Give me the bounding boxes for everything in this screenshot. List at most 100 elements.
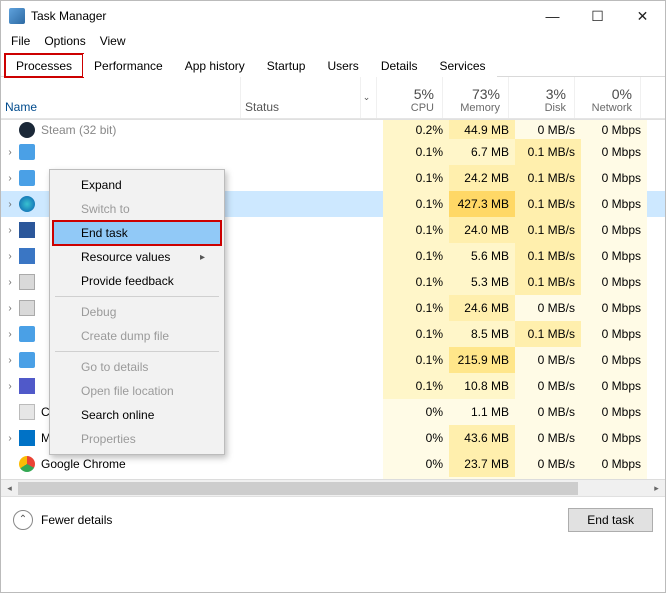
maximize-button[interactable]: ☐ bbox=[575, 1, 620, 31]
menu-file[interactable]: File bbox=[11, 34, 30, 48]
end-task-button[interactable]: End task bbox=[568, 508, 653, 532]
expand-icon[interactable]: › bbox=[1, 303, 19, 314]
ctx-expand[interactable]: Expand bbox=[53, 173, 221, 197]
ctx-resourcevalues[interactable]: Resource values bbox=[53, 245, 221, 269]
context-menu: Expand Switch to End task Resource value… bbox=[49, 169, 225, 455]
cpu-label: CPU bbox=[411, 102, 434, 114]
tab-apphistory[interactable]: App history bbox=[174, 54, 256, 77]
expand-icon[interactable]: › bbox=[1, 251, 19, 262]
cell-mem: 427.3 MB bbox=[449, 191, 515, 217]
window-title: Task Manager bbox=[31, 9, 106, 23]
cell-mem: 8.5 MB bbox=[449, 321, 515, 347]
process-icon bbox=[19, 456, 35, 472]
cell-mem: 44.9 MB bbox=[449, 120, 515, 139]
expand-icon[interactable]: › bbox=[1, 173, 19, 184]
cell-net: 0 Mbps bbox=[581, 321, 647, 347]
ctx-searchonline[interactable]: Search online bbox=[53, 403, 221, 427]
scroll-left-icon[interactable]: ◂ bbox=[1, 480, 18, 497]
cell-net: 0 Mbps bbox=[581, 139, 647, 165]
tab-details[interactable]: Details bbox=[370, 54, 429, 77]
ctx-properties: Properties bbox=[53, 427, 221, 451]
tab-users[interactable]: Users bbox=[316, 54, 369, 77]
window-buttons: — ☐ ✕ bbox=[530, 1, 665, 31]
tab-services[interactable]: Services bbox=[429, 54, 497, 77]
cell-cpu: 0.1% bbox=[383, 217, 449, 243]
expand-icon[interactable]: › bbox=[1, 433, 19, 444]
cell-cpu: 0% bbox=[383, 425, 449, 451]
cell-disk: 0.1 MB/s bbox=[515, 217, 581, 243]
cell-disk: 0.1 MB/s bbox=[515, 191, 581, 217]
process-icon bbox=[19, 352, 35, 368]
mem-percent: 73% bbox=[472, 86, 500, 102]
footer: ⌃ Fewer details End task bbox=[1, 496, 665, 542]
cell-net: 0 Mbps bbox=[581, 217, 647, 243]
col-memory[interactable]: 73% Memory bbox=[443, 77, 509, 118]
cell-net: 0 Mbps bbox=[581, 399, 647, 425]
expand-icon[interactable]: › bbox=[1, 381, 19, 392]
scroll-right-icon[interactable]: ▸ bbox=[648, 480, 665, 497]
cell-net: 0 Mbps bbox=[581, 373, 647, 399]
fewer-details-label: Fewer details bbox=[41, 513, 112, 527]
expand-icon[interactable]: › bbox=[1, 277, 19, 288]
ctx-dump: Create dump file bbox=[53, 324, 221, 348]
menu-options[interactable]: Options bbox=[44, 34, 85, 48]
ctx-switchto: Switch to bbox=[53, 197, 221, 221]
col-cpu[interactable]: 5% CPU bbox=[377, 77, 443, 118]
process-icon bbox=[19, 222, 35, 238]
expand-icon[interactable]: › bbox=[1, 355, 19, 366]
menu-view[interactable]: View bbox=[100, 34, 126, 48]
ctx-separator-1 bbox=[55, 296, 219, 297]
table-row[interactable]: › 0.1%6.7 MB0.1 MB/s0 Mbps bbox=[1, 139, 665, 165]
horizontal-scrollbar[interactable]: ◂ ▸ bbox=[1, 479, 665, 496]
disk-label: Disk bbox=[545, 102, 566, 114]
cell-cpu: 0.1% bbox=[383, 139, 449, 165]
cell-mem: 23.7 MB bbox=[449, 451, 515, 477]
cell-mem: 24.6 MB bbox=[449, 295, 515, 321]
cell-cpu: 0.1% bbox=[383, 269, 449, 295]
cell-net: 0 Mbps bbox=[581, 165, 647, 191]
col-disk[interactable]: 3% Disk bbox=[509, 77, 575, 118]
col-network[interactable]: 0% Network bbox=[575, 77, 641, 118]
tab-startup[interactable]: Startup bbox=[256, 54, 317, 77]
cell-cpu: 0.1% bbox=[383, 165, 449, 191]
expand-icon[interactable]: › bbox=[1, 147, 19, 158]
ctx-separator-2 bbox=[55, 351, 219, 352]
cell-mem: 24.2 MB bbox=[449, 165, 515, 191]
cell-disk: 0.1 MB/s bbox=[515, 321, 581, 347]
cell-cpu: 0.1% bbox=[383, 321, 449, 347]
cell-net: 0 Mbps bbox=[581, 425, 647, 451]
table-row[interactable]: Steam (32 bit)0.2%44.9 MB0 MB/s0 Mbps bbox=[1, 119, 665, 139]
mem-label: Memory bbox=[460, 102, 500, 114]
expand-icon[interactable]: › bbox=[1, 225, 19, 236]
process-icon bbox=[19, 248, 35, 264]
scroll-thumb[interactable] bbox=[18, 482, 578, 495]
cell-net: 0 Mbps bbox=[581, 451, 647, 477]
cell-mem: 24.0 MB bbox=[449, 217, 515, 243]
cell-mem: 10.8 MB bbox=[449, 373, 515, 399]
col-status[interactable]: Status bbox=[241, 77, 361, 118]
tab-performance[interactable]: Performance bbox=[83, 54, 174, 77]
tabs: Processes Performance App history Startu… bbox=[1, 53, 665, 77]
col-name[interactable]: Name bbox=[1, 77, 241, 118]
cell-disk: 0 MB/s bbox=[515, 451, 581, 477]
expand-icon[interactable]: › bbox=[1, 199, 19, 210]
process-icon bbox=[19, 430, 35, 446]
ctx-feedback[interactable]: Provide feedback bbox=[53, 269, 221, 293]
process-name: Steam (32 bit) bbox=[41, 123, 247, 137]
process-icon bbox=[19, 144, 35, 160]
cell-disk: 0.1 MB/s bbox=[515, 165, 581, 191]
ctx-endtask[interactable]: End task bbox=[53, 221, 221, 245]
cell-disk: 0.1 MB/s bbox=[515, 139, 581, 165]
tab-processes[interactable]: Processes bbox=[5, 54, 83, 77]
close-button[interactable]: ✕ bbox=[620, 1, 665, 31]
sort-indicator[interactable]: ⌄ bbox=[361, 77, 377, 118]
process-icon bbox=[19, 196, 35, 212]
expand-icon[interactable]: › bbox=[1, 329, 19, 340]
disk-percent: 3% bbox=[546, 86, 566, 102]
ctx-debug: Debug bbox=[53, 300, 221, 324]
fewer-details-button[interactable]: ⌃ Fewer details bbox=[13, 510, 112, 530]
cell-mem: 6.7 MB bbox=[449, 139, 515, 165]
cell-mem: 5.3 MB bbox=[449, 269, 515, 295]
minimize-button[interactable]: — bbox=[530, 1, 575, 31]
cell-disk: 0 MB/s bbox=[515, 295, 581, 321]
